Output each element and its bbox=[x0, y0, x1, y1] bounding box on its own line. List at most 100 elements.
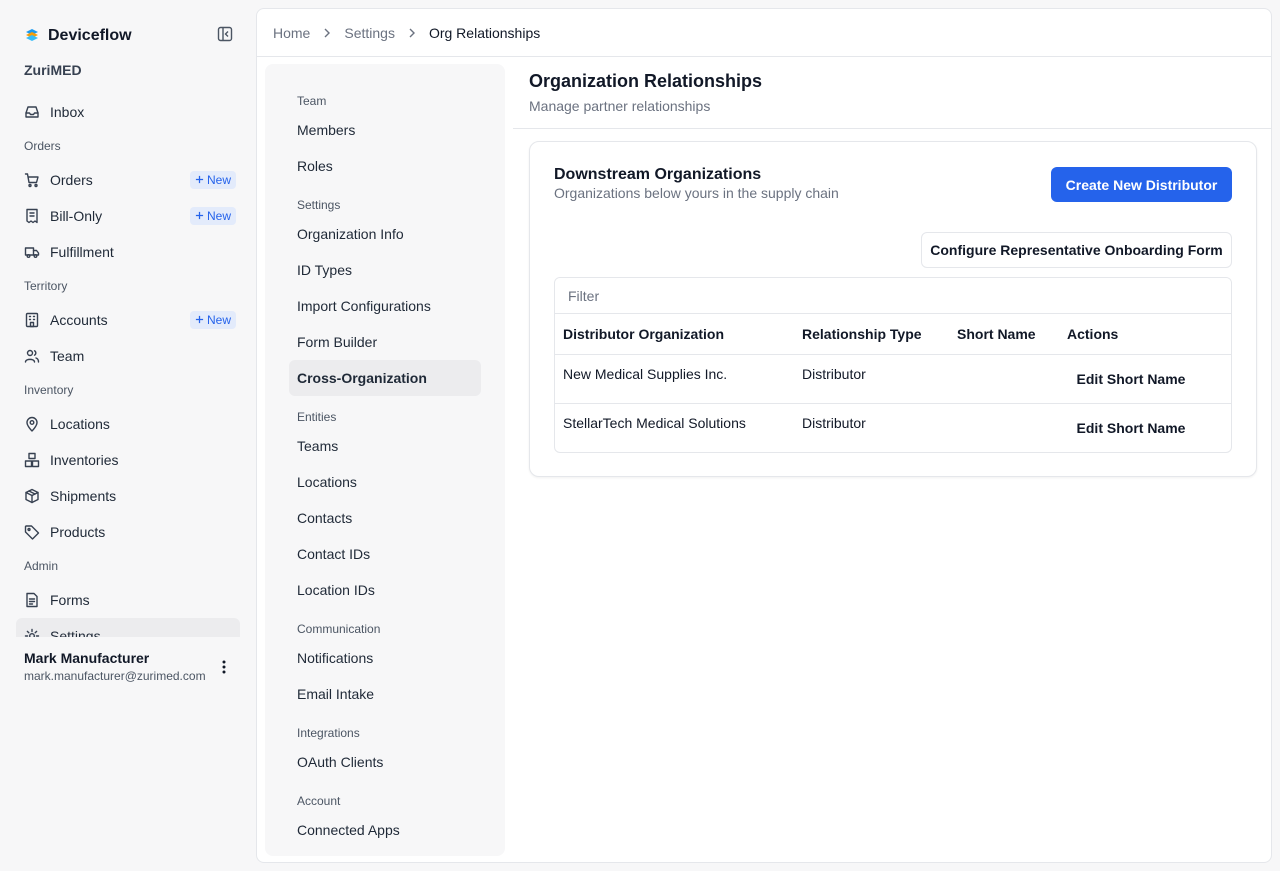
new-badge-button[interactable]: New bbox=[189, 311, 236, 329]
settings-group-settings: Settings bbox=[297, 198, 341, 212]
sidebar-item-products[interactable]: Products bbox=[16, 514, 240, 550]
users-icon bbox=[24, 348, 40, 364]
sidebar-item-label: Accounts bbox=[50, 312, 108, 328]
map-pin-icon bbox=[24, 416, 40, 432]
settings-item-roles[interactable]: Roles bbox=[289, 148, 481, 184]
collapse-sidebar-button[interactable] bbox=[214, 24, 236, 46]
sidebar-item-settings[interactable]: Settings bbox=[16, 618, 240, 637]
settings-item-contacts[interactable]: Contacts bbox=[289, 500, 481, 536]
sidebar-item-inbox[interactable]: Inbox bbox=[16, 94, 240, 130]
settings-item-cross-organization[interactable]: Cross-Organization bbox=[289, 360, 481, 396]
settings-item-organization-info[interactable]: Organization Info bbox=[289, 216, 481, 252]
settings-item-email-intake[interactable]: Email Intake bbox=[289, 676, 481, 712]
sidebar-item-accounts[interactable]: Accounts New bbox=[16, 302, 240, 338]
table-row: StellarTech Medical Solutions Distributo… bbox=[555, 403, 1231, 452]
sidebar-item-label: Shipments bbox=[50, 488, 117, 504]
sidebar-group-label: Admin bbox=[24, 559, 59, 573]
more-vertical-icon bbox=[222, 660, 226, 677]
sidebar-nav: Inbox Orders Orders New Bill-Only New Fulfillm… bbox=[16, 94, 240, 637]
user-profile[interactable]: Mark Manufacturer mark.manufacturer@zuri… bbox=[24, 650, 240, 683]
building-icon bbox=[24, 312, 40, 328]
sidebar-item-shipments[interactable]: Shipments bbox=[16, 478, 240, 514]
user-menu-button[interactable] bbox=[214, 658, 234, 678]
sidebar-item-label: Fulfillment bbox=[50, 244, 114, 260]
settings-item-notifications[interactable]: Notifications bbox=[289, 640, 481, 676]
create-new-distributor-button[interactable]: Create New Distributor bbox=[1051, 167, 1232, 202]
settings-group-entities: Entities bbox=[297, 410, 337, 424]
settings-menu: Team Members Roles Settings Organization Inf… bbox=[265, 64, 505, 856]
sidebar-item-locations[interactable]: Locations bbox=[16, 406, 240, 442]
edit-short-name-button[interactable]: Edit Short Name bbox=[1065, 367, 1197, 391]
sidebar-item-label: Forms bbox=[50, 592, 90, 608]
sidebar-toggle-icon bbox=[217, 26, 233, 45]
sidebar-item-team[interactable]: Team bbox=[16, 338, 240, 374]
cart-icon bbox=[24, 172, 40, 188]
receipt-icon bbox=[24, 208, 40, 224]
settings-item-location-ids[interactable]: Location IDs bbox=[289, 572, 481, 608]
truck-icon bbox=[24, 244, 40, 260]
breadcrumb-settings[interactable]: Settings bbox=[344, 25, 395, 41]
settings-item-oauth-clients[interactable]: OAuth Clients bbox=[289, 744, 481, 780]
settings-item-contact-ids[interactable]: Contact IDs bbox=[289, 536, 481, 572]
settings-item-form-builder[interactable]: Form Builder bbox=[289, 324, 481, 360]
settings-item-members[interactable]: Members bbox=[289, 112, 481, 148]
sidebar-item-label: Inventories bbox=[50, 452, 119, 468]
chevron-right-icon bbox=[407, 28, 417, 38]
edit-short-name-button[interactable]: Edit Short Name bbox=[1065, 416, 1197, 440]
inbox-icon bbox=[24, 104, 40, 120]
page-subtitle: Manage partner relationships bbox=[529, 98, 711, 114]
sidebar-item-label: Inbox bbox=[50, 104, 85, 120]
sidebar-item-label: Locations bbox=[50, 416, 110, 432]
cell-organization: StellarTech Medical Solutions bbox=[563, 415, 746, 431]
new-badge-button[interactable]: New bbox=[189, 207, 236, 225]
package-icon bbox=[24, 488, 40, 504]
org-switcher[interactable]: ZuriMED bbox=[24, 62, 82, 78]
column-header-short-name[interactable]: Short Name bbox=[957, 314, 1036, 354]
tag-icon bbox=[24, 524, 40, 540]
cell-organization: New Medical Supplies Inc. bbox=[563, 366, 728, 382]
sidebar-item-label: Settings bbox=[50, 628, 101, 637]
new-badge-button[interactable]: New bbox=[189, 171, 236, 189]
table-row: New Medical Supplies Inc. Distributor Ed… bbox=[555, 354, 1231, 403]
new-badge-label: New bbox=[206, 209, 231, 223]
brand[interactable]: Deviceflow bbox=[24, 26, 132, 45]
column-header-organization[interactable]: Distributor Organization bbox=[563, 314, 724, 354]
divider bbox=[513, 128, 1271, 129]
plus-icon bbox=[195, 313, 204, 327]
gear-icon bbox=[24, 628, 40, 637]
sidebar-item-orders[interactable]: Orders New bbox=[16, 162, 240, 198]
settings-group-team: Team bbox=[297, 94, 327, 108]
chevron-right-icon bbox=[322, 28, 332, 38]
sidebar-group-label: Orders bbox=[24, 139, 61, 153]
distributors-table: Distributor Organization Relationship Ty… bbox=[554, 277, 1232, 453]
plus-icon bbox=[195, 209, 204, 223]
settings-item-import-configurations[interactable]: Import Configurations bbox=[289, 288, 481, 324]
column-header-relationship-type[interactable]: Relationship Type bbox=[802, 314, 922, 354]
configure-onboarding-form-button[interactable]: Configure Representative Onboarding Form bbox=[921, 232, 1232, 268]
breadcrumb-home[interactable]: Home bbox=[273, 25, 310, 41]
cell-relationship-type: Distributor bbox=[802, 366, 866, 382]
settings-group-communication: Communication bbox=[297, 622, 381, 636]
sidebar-group-label: Territory bbox=[24, 279, 68, 293]
app-name: Deviceflow bbox=[48, 26, 132, 44]
settings-item-id-types[interactable]: ID Types bbox=[289, 252, 481, 288]
card-subtitle: Organizations below yours in the supply … bbox=[554, 185, 839, 201]
new-badge-label: New bbox=[206, 313, 231, 327]
user-email: mark.manufacturer@zurimed.com bbox=[24, 669, 206, 683]
sidebar-item-label: Bill-Only bbox=[50, 208, 103, 224]
breadcrumb: Home Settings Org Relationships bbox=[273, 25, 540, 41]
plus-icon bbox=[195, 173, 204, 187]
column-header-actions: Actions bbox=[1067, 326, 1119, 342]
settings-item-teams[interactable]: Teams bbox=[289, 428, 481, 464]
sidebar-item-label: Products bbox=[50, 524, 106, 540]
sidebar-item-label: Team bbox=[50, 348, 85, 364]
settings-item-locations[interactable]: Locations bbox=[289, 464, 481, 500]
sidebar-item-fulfillment[interactable]: Fulfillment bbox=[16, 234, 240, 270]
filter-input[interactable] bbox=[555, 278, 1231, 314]
settings-item-connected-apps[interactable]: Connected Apps bbox=[289, 812, 481, 848]
sidebar-item-bill-only[interactable]: Bill-Only New bbox=[16, 198, 240, 234]
sidebar-item-inventories[interactable]: Inventories bbox=[16, 442, 240, 478]
sidebar-item-forms[interactable]: Forms bbox=[16, 582, 240, 618]
settings-group-integrations: Integrations bbox=[297, 726, 360, 740]
user-name: Mark Manufacturer bbox=[24, 650, 150, 666]
